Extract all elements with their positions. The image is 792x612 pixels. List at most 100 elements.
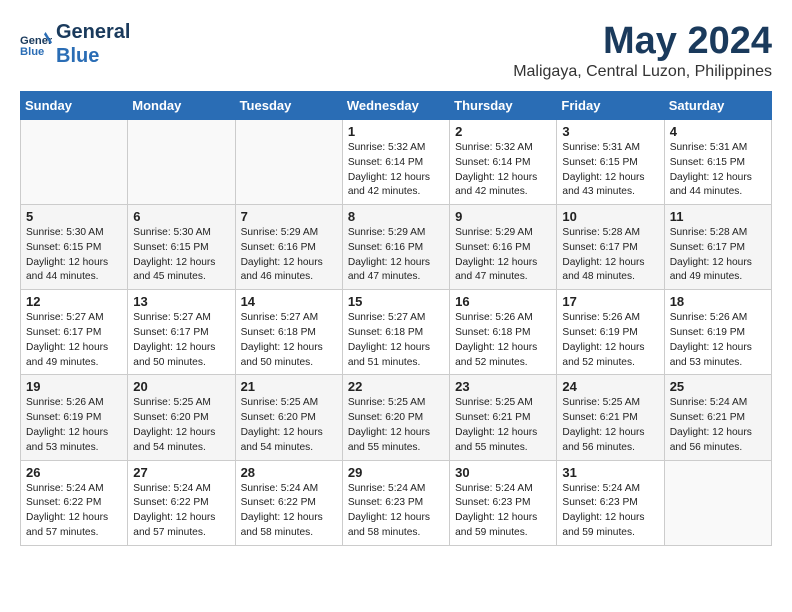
svg-text:Blue: Blue <box>20 46 44 58</box>
day-number: 10 <box>562 209 658 224</box>
day-cell: 24Sunrise: 5:25 AM Sunset: 6:21 PM Dayli… <box>557 375 664 460</box>
day-info: Sunrise: 5:31 AM Sunset: 6:15 PM Dayligh… <box>562 141 658 200</box>
day-info: Sunrise: 5:26 AM Sunset: 6:19 PM Dayligh… <box>670 311 766 370</box>
day-cell: 3 Sunrise: 5:31 AM Sunset: 6:15 PM Daylig… <box>557 120 664 205</box>
week-row-5: 26Sunrise: 5:24 AM Sunset: 6:22 PM Dayli… <box>21 460 772 545</box>
title-block: May 2024 Maligaya, Central Luzon, Philip… <box>513 20 772 81</box>
day-cell: 29Sunrise: 5:24 AM Sunset: 6:23 PM Dayli… <box>342 460 449 545</box>
day-cell: 4Sunrise: 5:31 AM Sunset: 6:15 PM Daylig… <box>664 120 771 205</box>
day-cell: 30Sunrise: 5:24 AM Sunset: 6:23 PM Dayli… <box>450 460 557 545</box>
col-sunday: Sunday <box>21 92 128 120</box>
day-number: 11 <box>670 209 766 224</box>
col-thursday: Thursday <box>450 92 557 120</box>
day-number: 1 <box>348 124 444 139</box>
day-number: 9 <box>455 209 551 224</box>
day-info: Sunrise: 5:24 AM Sunset: 6:22 PM Dayligh… <box>241 482 337 541</box>
day-info: Sunrise: 5:28 AM Sunset: 6:17 PM Dayligh… <box>562 226 658 285</box>
day-cell: 15 Sunrise: 5:27 AM Sunset: 6:18 PM Dayli… <box>342 290 449 375</box>
day-cell <box>235 120 342 205</box>
day-info: Sunrise: 5:24 AM Sunset: 6:21 PM Dayligh… <box>670 396 766 455</box>
day-info: Sunrise: 5:29 AM Sunset: 6:16 PM Dayligh… <box>241 226 337 285</box>
day-number: 8 <box>348 209 444 224</box>
col-saturday: Saturday <box>664 92 771 120</box>
day-info: Sunrise: 5:30 AM Sunset: 6:15 PM Dayligh… <box>133 226 229 285</box>
calendar-table: SundayMondayTuesdayWednesdayThursdayFrid… <box>20 91 772 546</box>
week-row-2: 5 Sunrise: 5:30 AM Sunset: 6:15 PM Daylig… <box>21 205 772 290</box>
day-number: 28 <box>241 465 337 480</box>
day-info: Sunrise: 5:32 AM Sunset: 6:14 PM Dayligh… <box>348 141 444 200</box>
day-info: Sunrise: 5:25 AM Sunset: 6:20 PM Dayligh… <box>133 396 229 455</box>
day-cell <box>128 120 235 205</box>
day-info: Sunrise: 5:26 AM Sunset: 6:19 PM Dayligh… <box>562 311 658 370</box>
col-monday: Monday <box>128 92 235 120</box>
day-info: Sunrise: 5:27 AM Sunset: 6:17 PM Dayligh… <box>133 311 229 370</box>
day-number: 15 <box>348 294 444 309</box>
day-info: Sunrise: 5:24 AM Sunset: 6:22 PM Dayligh… <box>26 482 122 541</box>
day-number: 4 <box>670 124 766 139</box>
day-info: Sunrise: 5:25 AM Sunset: 6:21 PM Dayligh… <box>562 396 658 455</box>
month-title: May 2024 <box>513 20 772 63</box>
day-number: 13 <box>133 294 229 309</box>
day-number: 5 <box>26 209 122 224</box>
day-cell: 8 Sunrise: 5:29 AM Sunset: 6:16 PM Daylig… <box>342 205 449 290</box>
day-cell: 26Sunrise: 5:24 AM Sunset: 6:22 PM Dayli… <box>21 460 128 545</box>
day-info: Sunrise: 5:32 AM Sunset: 6:14 PM Dayligh… <box>455 141 551 200</box>
col-wednesday: Wednesday <box>342 92 449 120</box>
day-cell: 22Sunrise: 5:25 AM Sunset: 6:20 PM Dayli… <box>342 375 449 460</box>
day-number: 3 <box>562 124 658 139</box>
day-number: 7 <box>241 209 337 224</box>
week-row-1: 1 Sunrise: 5:32 AM Sunset: 6:14 PM Daylig… <box>21 120 772 205</box>
day-cell: 11Sunrise: 5:28 AM Sunset: 6:17 PM Dayli… <box>664 205 771 290</box>
day-number: 31 <box>562 465 658 480</box>
day-number: 19 <box>26 379 122 394</box>
day-cell: 25 Sunrise: 5:24 AM Sunset: 6:21 PM Dayli… <box>664 375 771 460</box>
day-number: 23 <box>455 379 551 394</box>
day-info: Sunrise: 5:24 AM Sunset: 6:23 PM Dayligh… <box>562 482 658 541</box>
day-info: Sunrise: 5:27 AM Sunset: 6:17 PM Dayligh… <box>26 311 122 370</box>
logo-blue: Blue <box>56 44 130 68</box>
day-number: 30 <box>455 465 551 480</box>
logo: General Blue General Blue <box>20 20 130 68</box>
week-row-4: 19Sunrise: 5:26 AM Sunset: 6:19 PM Dayli… <box>21 375 772 460</box>
day-number: 25 <box>670 379 766 394</box>
day-cell: 1 Sunrise: 5:32 AM Sunset: 6:14 PM Daylig… <box>342 120 449 205</box>
day-number: 2 <box>455 124 551 139</box>
week-row-3: 12 Sunrise: 5:27 AM Sunset: 6:17 PM Dayli… <box>21 290 772 375</box>
day-info: Sunrise: 5:30 AM Sunset: 6:15 PM Dayligh… <box>26 226 122 285</box>
day-info: Sunrise: 5:27 AM Sunset: 6:18 PM Dayligh… <box>241 311 337 370</box>
day-info: Sunrise: 5:26 AM Sunset: 6:18 PM Dayligh… <box>455 311 551 370</box>
day-cell: 20 Sunrise: 5:25 AM Sunset: 6:20 PM Dayli… <box>128 375 235 460</box>
col-friday: Friday <box>557 92 664 120</box>
day-number: 20 <box>133 379 229 394</box>
day-info: Sunrise: 5:27 AM Sunset: 6:18 PM Dayligh… <box>348 311 444 370</box>
day-number: 12 <box>26 294 122 309</box>
day-cell: 7 Sunrise: 5:29 AM Sunset: 6:16 PM Daylig… <box>235 205 342 290</box>
col-tuesday: Tuesday <box>235 92 342 120</box>
day-cell: 5 Sunrise: 5:30 AM Sunset: 6:15 PM Daylig… <box>21 205 128 290</box>
day-cell: 12 Sunrise: 5:27 AM Sunset: 6:17 PM Dayli… <box>21 290 128 375</box>
day-cell <box>664 460 771 545</box>
day-cell: 2 Sunrise: 5:32 AM Sunset: 6:14 PM Daylig… <box>450 120 557 205</box>
day-number: 21 <box>241 379 337 394</box>
day-info: Sunrise: 5:29 AM Sunset: 6:16 PM Dayligh… <box>348 226 444 285</box>
header-row: SundayMondayTuesdayWednesdayThursdayFrid… <box>21 92 772 120</box>
day-number: 6 <box>133 209 229 224</box>
location: Maligaya, Central Luzon, Philippines <box>513 63 772 81</box>
day-info: Sunrise: 5:25 AM Sunset: 6:21 PM Dayligh… <box>455 396 551 455</box>
day-number: 16 <box>455 294 551 309</box>
day-number: 29 <box>348 465 444 480</box>
day-cell: 14 Sunrise: 5:27 AM Sunset: 6:18 PM Dayli… <box>235 290 342 375</box>
day-info: Sunrise: 5:24 AM Sunset: 6:22 PM Dayligh… <box>133 482 229 541</box>
day-number: 18 <box>670 294 766 309</box>
day-cell: 23 Sunrise: 5:25 AM Sunset: 6:21 PM Dayli… <box>450 375 557 460</box>
day-number: 14 <box>241 294 337 309</box>
day-cell: 21 Sunrise: 5:25 AM Sunset: 6:20 PM Dayli… <box>235 375 342 460</box>
day-cell: 18 Sunrise: 5:26 AM Sunset: 6:19 PM Dayli… <box>664 290 771 375</box>
day-cell: 19Sunrise: 5:26 AM Sunset: 6:19 PM Dayli… <box>21 375 128 460</box>
day-cell: 27 Sunrise: 5:24 AM Sunset: 6:22 PM Dayli… <box>128 460 235 545</box>
day-info: Sunrise: 5:25 AM Sunset: 6:20 PM Dayligh… <box>241 396 337 455</box>
day-number: 27 <box>133 465 229 480</box>
day-cell: 13 Sunrise: 5:27 AM Sunset: 6:17 PM Dayli… <box>128 290 235 375</box>
logo-icon: General Blue <box>20 28 52 60</box>
day-cell: 10 Sunrise: 5:28 AM Sunset: 6:17 PM Dayli… <box>557 205 664 290</box>
